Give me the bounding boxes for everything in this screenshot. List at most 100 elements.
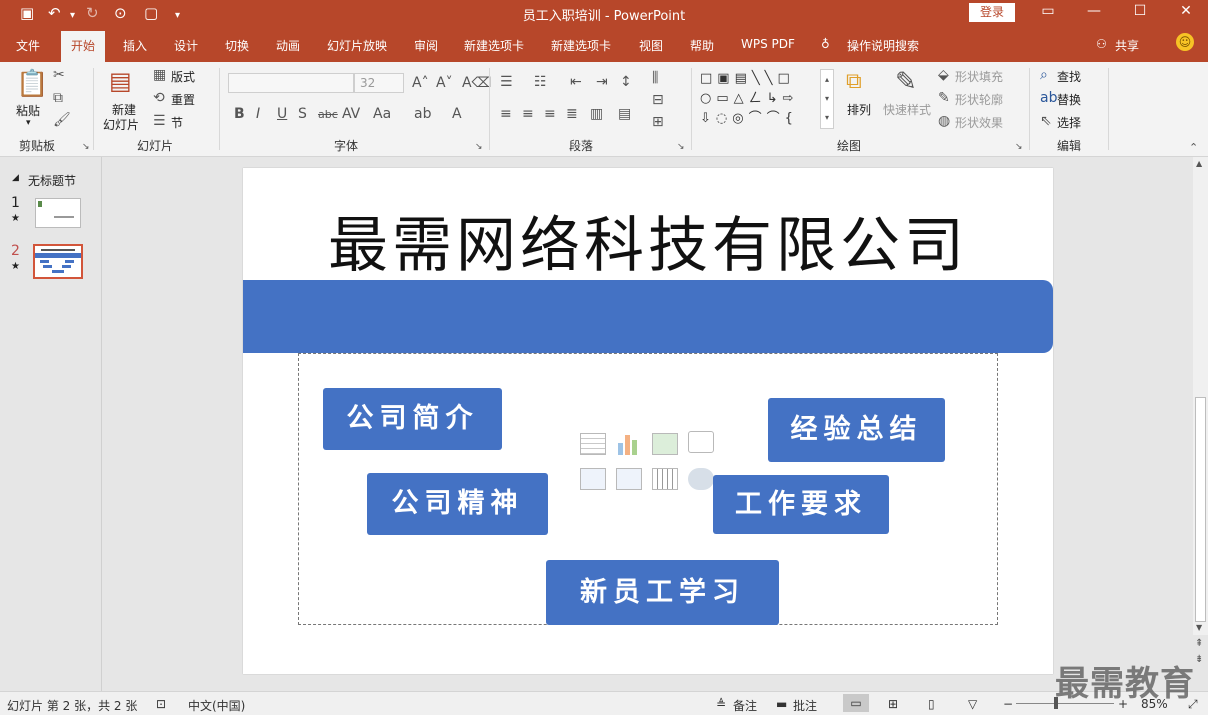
notes-icon[interactable]: ≜ (716, 697, 726, 711)
spellcheck-icon[interactable]: ⊡ (156, 697, 166, 711)
slide-canvas[interactable]: 最需网络科技有限公司 公司简介 经验总结 公司精神 工作要求 新员工学习 (243, 168, 1053, 674)
insert-picture-icon[interactable] (580, 468, 606, 490)
smartart-convert-icon[interactable]: ⊞ (652, 114, 664, 130)
font-launcher-icon[interactable]: ↘ (475, 139, 483, 155)
normal-view-icon[interactable]: ▭ (843, 694, 869, 712)
grow-font-icon[interactable]: A˄ (412, 75, 429, 91)
node-company-intro[interactable]: 公司简介 (323, 388, 502, 450)
insert-table-icon[interactable] (580, 433, 606, 455)
minimize-button[interactable]: — (1079, 3, 1109, 19)
change-case-icon[interactable]: Aa (373, 106, 391, 122)
select-button[interactable]: 选择 (1057, 114, 1081, 131)
decrease-indent-icon[interactable]: ⇤ (570, 74, 582, 90)
distributed-icon[interactable]: ▥ (590, 106, 603, 122)
paste-label[interactable]: 粘贴 (16, 102, 40, 119)
scroll-up-icon[interactable]: ▲ (1196, 159, 1202, 168)
collapse-ribbon-icon[interactable]: ⌃ (1189, 140, 1198, 156)
align-center-icon[interactable]: ≡ (522, 106, 534, 122)
tab-design[interactable]: 设计 (174, 37, 198, 54)
align-right-icon[interactable]: ≡ (544, 106, 556, 122)
shape-fill-icon[interactable]: ⬙ (938, 67, 949, 83)
shape-fill-button[interactable]: 形状填充 (955, 68, 1003, 85)
replace-icon[interactable]: ab (1040, 90, 1057, 106)
scroll-thumb[interactable] (1195, 397, 1206, 622)
shape-effects-button[interactable]: 形状效果 (955, 114, 1003, 131)
slideshow-view-icon[interactable]: ▽ (968, 697, 977, 711)
next-slide-icon[interactable]: ⇟ (1195, 654, 1203, 665)
comments-button[interactable]: 批注 (793, 697, 817, 714)
quick-styles-icon[interactable]: ✎ (895, 68, 917, 96)
maximize-button[interactable]: ☐ (1125, 3, 1155, 19)
shrink-font-icon[interactable]: A˅ (436, 75, 453, 91)
tell-me-search[interactable]: 操作说明搜索 (847, 37, 919, 54)
shapes-gallery[interactable]: □▣▤╲╲□ ○▭△ㄥ↳⇨ ⇩◌◎⌒⌒{ (700, 69, 820, 129)
bullets-icon[interactable]: ☰ (500, 74, 513, 90)
comments-icon[interactable]: ▬ (776, 697, 787, 711)
new-slide-label-2[interactable]: 幻灯片 (103, 116, 139, 133)
close-button[interactable]: ✕ (1171, 3, 1201, 19)
select-icon[interactable]: ⇖ (1040, 113, 1052, 129)
columns-icon[interactable]: ▤ (618, 106, 631, 122)
clipboard-launcher-icon[interactable]: ↘ (82, 139, 90, 155)
underline-icon[interactable]: U (277, 106, 287, 122)
vertical-scrollbar[interactable]: ▲ ▼ (1193, 157, 1208, 635)
layout-icon[interactable]: ▦ (153, 67, 166, 83)
previous-slide-icon[interactable]: ⇞ (1195, 638, 1203, 649)
font-family-combo[interactable] (228, 73, 354, 93)
reset-button[interactable]: 重置 (171, 91, 195, 108)
share-button[interactable]: 共享 (1115, 37, 1139, 54)
tab-view[interactable]: 视图 (639, 37, 663, 54)
tab-animations[interactable]: 动画 (276, 37, 300, 54)
insert-chart-icon[interactable] (616, 433, 642, 455)
copy-icon[interactable]: ⧉ (53, 90, 63, 106)
node-experience-summary[interactable]: 经验总结 (768, 398, 945, 462)
font-size-combo[interactable]: 32 (354, 73, 404, 93)
layout-button[interactable]: 版式 (171, 68, 195, 85)
new-slide-icon[interactable]: ▤ (109, 68, 132, 94)
scroll-down-icon[interactable]: ▼ (1196, 623, 1202, 632)
login-button[interactable]: 登录 (969, 3, 1015, 22)
reset-icon[interactable]: ⟲ (153, 90, 165, 106)
slide-sorter-icon[interactable]: ⊞ (888, 697, 898, 711)
insert-icons-icon[interactable] (688, 468, 714, 490)
insert-video-icon[interactable] (652, 468, 678, 490)
quick-styles-button[interactable]: 快速样式 (883, 101, 931, 118)
section-title[interactable]: 无标题节 (28, 172, 76, 189)
online-pictures-icon[interactable] (616, 468, 642, 490)
paste-icon[interactable]: 📋 (16, 70, 48, 98)
shape-outline-button[interactable]: 形状轮廓 (955, 91, 1003, 108)
highlight-icon[interactable]: ab (414, 106, 431, 122)
arrange-icon[interactable]: ⧉ (846, 70, 862, 94)
tab-insert[interactable]: 插入 (123, 37, 147, 54)
paragraph-launcher-icon[interactable]: ↘ (677, 139, 685, 155)
notes-button[interactable]: 备注 (733, 697, 757, 714)
text-direction-icon[interactable]: ⫼ (652, 70, 658, 86)
tab-new-2[interactable]: 新建选项卡 (551, 37, 611, 54)
section-icon[interactable]: ☰ (153, 113, 166, 129)
title-banner[interactable] (243, 280, 1053, 353)
align-text-icon[interactable]: ⊟ (652, 92, 664, 108)
thumbnail-slide-1[interactable] (35, 198, 81, 228)
section-collapse-icon[interactable]: ◢ (12, 173, 19, 183)
find-icon[interactable]: ⌕ (1040, 67, 1048, 83)
node-work-requirements[interactable]: 工作要求 (713, 475, 889, 534)
tab-wps-pdf[interactable]: WPS PDF (741, 37, 795, 51)
shape-outline-icon[interactable]: ✎ (938, 90, 950, 106)
line-spacing-icon[interactable]: ↕ (620, 74, 632, 90)
shape-effects-icon[interactable]: ◍ (938, 113, 950, 129)
find-button[interactable]: 查找 (1057, 68, 1081, 85)
italic-icon[interactable]: I (256, 106, 260, 122)
justify-icon[interactable]: ≣ (566, 106, 578, 122)
shapes-gallery-scroll[interactable]: ▴ ▾ ▾ (820, 69, 834, 129)
zoom-out-icon[interactable]: − (1003, 697, 1013, 711)
smiley-feedback-icon[interactable]: ☺ (1176, 33, 1194, 51)
ribbon-display-icon[interactable]: ▭ (1033, 3, 1063, 19)
strikethrough-icon[interactable]: abc (318, 107, 338, 123)
bold-icon[interactable]: B (234, 106, 245, 122)
reading-view-icon[interactable]: ▯ (928, 697, 935, 711)
font-color-icon[interactable]: A (452, 106, 462, 122)
char-spacing-icon[interactable]: AV (342, 106, 360, 122)
increase-indent-icon[interactable]: ⇥ (596, 74, 608, 90)
tab-new-1[interactable]: 新建选项卡 (464, 37, 524, 54)
clear-format-icon[interactable]: A⌫ (462, 75, 491, 91)
